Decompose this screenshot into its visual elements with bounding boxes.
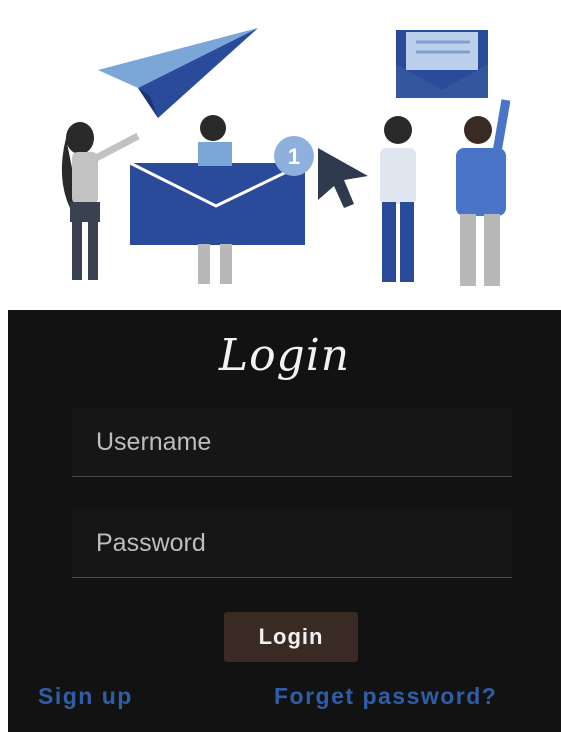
envelope-large-icon bbox=[129, 161, 306, 245]
notification-badge: 1 bbox=[274, 136, 314, 176]
person-man-right bbox=[456, 99, 511, 286]
envelope-top-icon bbox=[396, 30, 488, 98]
forget-password-link[interactable]: Forget password? bbox=[274, 683, 497, 710]
login-title: Login bbox=[218, 330, 351, 381]
sign-up-link[interactable]: Sign up bbox=[38, 683, 133, 710]
badge-count: 1 bbox=[288, 144, 300, 169]
people-mail-illustration: 1 bbox=[61, 28, 511, 286]
paper-plane-icon bbox=[98, 28, 258, 118]
login-button[interactable]: Login bbox=[224, 612, 358, 662]
password-field-container bbox=[72, 509, 512, 578]
cursor-icon bbox=[318, 148, 368, 208]
username-input[interactable] bbox=[72, 408, 512, 476]
person-woman-right bbox=[380, 116, 416, 282]
username-field-container bbox=[72, 408, 512, 477]
person-woman-left bbox=[61, 122, 140, 280]
hero-illustration: 1 bbox=[8, 8, 561, 310]
login-panel: Login Login Sign up Forget password? bbox=[8, 310, 561, 732]
password-input[interactable] bbox=[72, 509, 512, 577]
